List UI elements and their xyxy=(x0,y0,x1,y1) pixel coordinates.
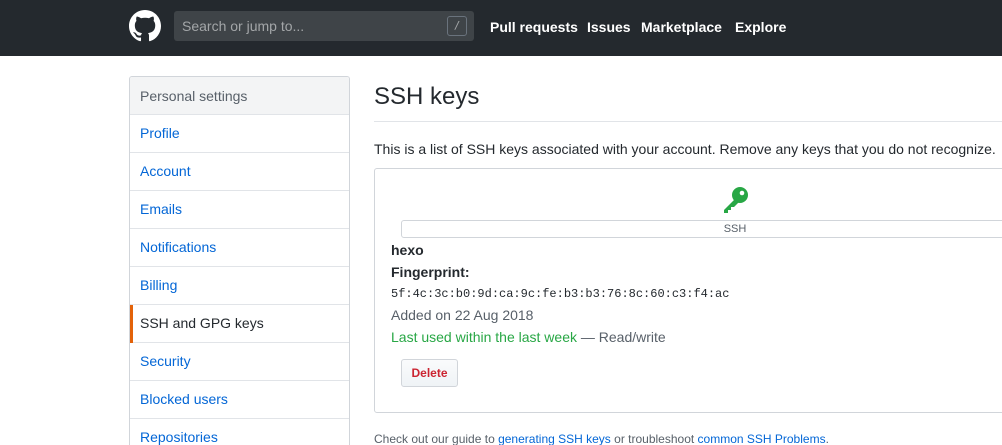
sidebar-item-notifications[interactable]: Notifications xyxy=(130,229,349,267)
sidebar-heading: Personal settings xyxy=(130,77,349,115)
sidebar-item-billing[interactable]: Billing xyxy=(130,267,349,305)
sidebar-item-account[interactable]: Account xyxy=(130,153,349,191)
nav-explore[interactable]: Explore xyxy=(735,18,786,36)
nav-marketplace[interactable]: Marketplace xyxy=(641,18,722,36)
sidebar-item-security[interactable]: Security xyxy=(130,343,349,381)
key-icon xyxy=(724,187,748,213)
sidebar-item-emails[interactable]: Emails xyxy=(130,191,349,229)
search-input[interactable] xyxy=(174,11,442,41)
github-logo-icon[interactable] xyxy=(129,10,161,42)
delete-key-button[interactable]: Delete xyxy=(401,359,458,387)
sidebar-item-blocked-users[interactable]: Blocked users xyxy=(130,381,349,419)
key-last-used: Last used within the last week — Read/wr… xyxy=(391,328,666,346)
sidebar-item-repositories[interactable]: Repositories xyxy=(130,419,349,445)
key-type-label: SSH xyxy=(723,223,747,235)
nav-pull-requests[interactable]: Pull requests xyxy=(490,18,578,36)
settings-sidebar: Personal settings Profile Account Emails… xyxy=(129,76,350,445)
page-title: SSH keys xyxy=(374,83,480,110)
help-footer-text: Check out our guide to generating SSH ke… xyxy=(374,432,829,445)
nav-issues[interactable]: Issues xyxy=(587,18,631,36)
key-added-date: Added on 22 Aug 2018 xyxy=(391,307,534,323)
common-ssh-problems-link[interactable]: common SSH Problems xyxy=(698,432,826,445)
last-used-text: Last used within the last week xyxy=(391,329,577,345)
fingerprint-value: 5f:4c:3c:b0:9d:ca:9c:fe:b3:b3:76:8c:60:c… xyxy=(391,287,730,301)
footer-suffix: . xyxy=(825,432,829,445)
intro-text: This is a list of SSH keys associated wi… xyxy=(374,141,996,157)
access-level-text: — Read/write xyxy=(580,329,666,345)
title-divider xyxy=(374,121,1002,122)
key-type-bar xyxy=(401,220,1002,238)
key-title: hexo xyxy=(391,242,424,258)
footer-middle: or troubleshoot xyxy=(610,432,698,445)
top-header: / Pull requests Issues Marketplace Explo… xyxy=(0,0,1002,56)
sidebar-item-profile[interactable]: Profile xyxy=(130,115,349,153)
search-shortcut-key: / xyxy=(447,16,467,36)
generating-ssh-keys-link[interactable]: generating SSH keys xyxy=(498,432,611,445)
footer-prefix: Check out our guide to xyxy=(374,432,499,445)
search-box xyxy=(174,11,474,41)
fingerprint-label: Fingerprint: xyxy=(391,264,470,280)
sidebar-item-ssh-gpg-keys[interactable]: SSH and GPG keys xyxy=(130,305,349,343)
